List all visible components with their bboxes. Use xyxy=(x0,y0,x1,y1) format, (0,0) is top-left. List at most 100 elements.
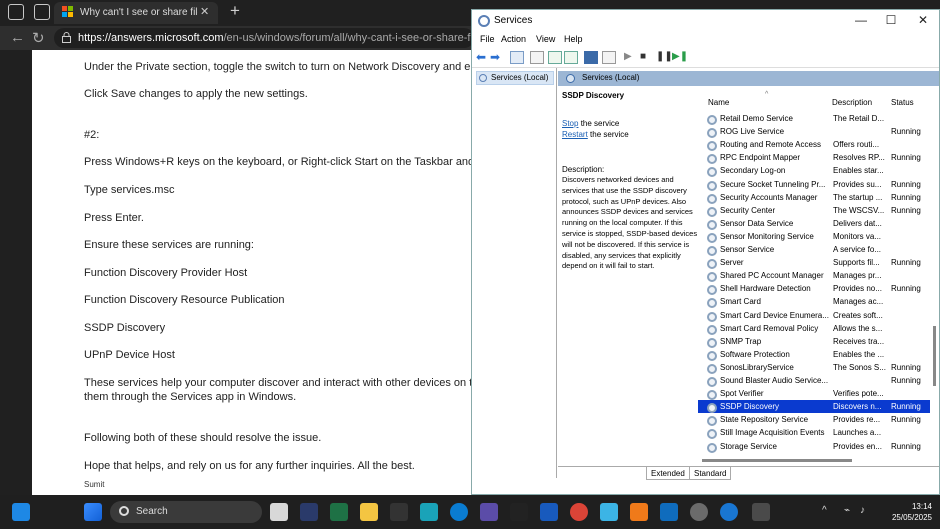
service-row[interactable]: ROG Live Service Running xyxy=(698,125,930,139)
service-name: Shared PC Account Manager xyxy=(720,271,824,281)
menu-action[interactable]: Action xyxy=(501,34,526,44)
word-icon[interactable] xyxy=(540,503,558,521)
vertical-tabs-icon[interactable] xyxy=(34,4,50,20)
back-arrow-icon[interactable]: ⬅ xyxy=(476,51,490,64)
service-row[interactable]: Sensor Monitoring Service Monitors va... xyxy=(698,230,930,243)
app-icon[interactable] xyxy=(390,503,408,521)
service-description: Delivers dat... xyxy=(833,218,882,228)
services-taskbar-icon[interactable] xyxy=(752,503,770,521)
tab-close-button[interactable]: ✕ xyxy=(200,5,209,18)
service-row[interactable]: Smart Card Manages ac... xyxy=(698,295,930,309)
service-row[interactable]: Shared PC Account Manager Manages pr... xyxy=(698,269,930,283)
horizontal-scrollbar[interactable] xyxy=(698,456,930,464)
defender-icon[interactable] xyxy=(660,503,678,521)
help-icon[interactable] xyxy=(720,503,738,521)
service-row[interactable]: Software Protection Enables the ... xyxy=(698,348,930,361)
stop-service-icon[interactable]: ■ xyxy=(640,51,654,64)
service-description: Discovers n... xyxy=(833,402,882,412)
edge-icon[interactable] xyxy=(450,503,468,521)
start-icon[interactable] xyxy=(84,503,102,521)
scroll-thumb[interactable] xyxy=(933,326,936,386)
forward-arrow-icon[interactable]: ➡ xyxy=(490,51,504,64)
service-row[interactable]: Storage Service Provides en... Running xyxy=(698,440,930,453)
back-icon[interactable]: ← xyxy=(10,29,25,46)
service-description: Provides su... xyxy=(833,179,882,189)
app-icon[interactable] xyxy=(600,503,618,521)
app-icon[interactable] xyxy=(630,503,648,521)
service-row[interactable]: Shell Hardware Detection Provides no... Ru… xyxy=(698,282,930,296)
service-row[interactable]: Still Image Acquisition Events Launches a… xyxy=(698,426,930,440)
column-header-name[interactable]: Name xyxy=(708,98,729,107)
toolbar: ⬅ ➡ ▶ ■ ❚❚ ▶❚ xyxy=(472,48,939,68)
address-bar[interactable]: https://answers.microsoft.com/en-us/wind… xyxy=(54,28,516,48)
service-row[interactable]: Sound Blaster Audio Service... Running xyxy=(698,374,930,387)
new-tab-button[interactable]: + xyxy=(230,1,240,21)
widgets-icon[interactable] xyxy=(12,503,30,521)
volume-icon[interactable]: ♪ xyxy=(860,505,865,516)
refresh-icon[interactable] xyxy=(548,51,562,64)
settings-icon[interactable] xyxy=(690,503,708,521)
help-icon[interactable] xyxy=(584,51,598,64)
ar-app-icon[interactable] xyxy=(300,503,318,521)
service-row[interactable]: Security Center The WSCSV... Running xyxy=(698,204,930,217)
service-row[interactable]: Smart Card Device Enumera... Creates soft… xyxy=(698,309,930,322)
answer-line: Hope that helps, and rely on us for any … xyxy=(84,460,415,472)
stop-link[interactable]: Stop xyxy=(562,119,578,128)
menu-help[interactable]: Help xyxy=(564,34,583,44)
app-icon[interactable] xyxy=(510,503,528,521)
menu-view[interactable]: View xyxy=(536,34,555,44)
app-icon[interactable] xyxy=(480,503,498,521)
file-explorer-icon[interactable] xyxy=(360,503,378,521)
network-icon[interactable]: ⌁ xyxy=(844,505,850,516)
service-gear-icon xyxy=(707,324,717,335)
restart-service-icon[interactable]: ▶❚ xyxy=(672,51,688,64)
taskbar-search[interactable]: Search xyxy=(110,501,262,523)
pause-service-icon[interactable]: ❚❚ xyxy=(656,51,673,64)
title-bar[interactable]: Services — ☐ ✕ xyxy=(472,10,939,32)
service-name: Spot Verifier xyxy=(720,389,764,399)
service-row[interactable]: Spot Verifier Verifies pote... xyxy=(698,387,930,401)
vertical-scrollbar[interactable] xyxy=(932,86,939,466)
service-row[interactable]: SSDP Discovery Discovers n... Running xyxy=(698,400,930,414)
tree-item-services-local[interactable]: Services (Local) xyxy=(476,71,554,85)
scroll-thumb[interactable] xyxy=(702,459,852,462)
service-row[interactable]: SonosLibraryService The Sonos S... Running xyxy=(698,361,930,374)
tab-active[interactable]: Why can't I see or share files on t ✕ xyxy=(54,2,218,24)
column-header-status[interactable]: Status xyxy=(891,98,914,107)
refresh-icon[interactable]: ↻ xyxy=(32,29,45,47)
tab-extended[interactable]: Extended xyxy=(646,467,690,480)
service-row[interactable]: RPC Endpoint Mapper Resolves RP... Running xyxy=(698,151,930,165)
service-row[interactable]: Secondary Log-on Enables star... xyxy=(698,164,930,178)
service-name: State Repository Service xyxy=(720,415,809,425)
tray-chevron-icon[interactable]: ^ xyxy=(822,505,827,516)
menu-file[interactable]: File xyxy=(480,34,495,44)
service-row[interactable]: Retail Demo Service The Retail D... xyxy=(698,112,930,125)
service-row[interactable]: Sensor Service A service fo... xyxy=(698,243,930,256)
service-row[interactable]: Server Supports fil... Running xyxy=(698,256,930,270)
restart-link[interactable]: Restart xyxy=(562,130,588,139)
workspaces-icon[interactable] xyxy=(8,4,24,20)
start-service-icon[interactable]: ▶ xyxy=(624,51,638,64)
service-row[interactable]: Security Accounts Manager The startup ...… xyxy=(698,191,930,204)
task-view-icon[interactable] xyxy=(270,503,288,521)
mmc-icon[interactable] xyxy=(602,51,616,64)
clock[interactable]: 13:14 25/05/2025 xyxy=(876,501,932,523)
chrome-icon[interactable] xyxy=(570,503,588,521)
maximize-button[interactable]: ☐ xyxy=(876,13,906,29)
close-button[interactable]: ✕ xyxy=(908,13,938,29)
sort-arrow-icon: ^ xyxy=(765,91,769,98)
service-row[interactable]: Secure Socket Tunneling Pr... Provides su… xyxy=(698,178,930,191)
show-hide-tree-icon[interactable] xyxy=(510,51,524,64)
column-header-description[interactable]: Description xyxy=(832,98,872,107)
service-row[interactable]: Sensor Data Service Delivers dat... xyxy=(698,217,930,230)
app-icon[interactable] xyxy=(420,503,438,521)
service-row[interactable]: Routing and Remote Access Offers routi... xyxy=(698,138,930,152)
minimize-button[interactable]: — xyxy=(846,13,876,29)
tab-standard[interactable]: Standard xyxy=(689,467,732,480)
excel-icon[interactable] xyxy=(330,503,348,521)
service-row[interactable]: Smart Card Removal Policy Allows the s... xyxy=(698,322,930,335)
service-row[interactable]: State Repository Service Provides re... Ru… xyxy=(698,413,930,427)
properties-icon[interactable] xyxy=(530,51,544,64)
service-row[interactable]: SNMP Trap Receives tra... xyxy=(698,335,930,348)
export-list-icon[interactable] xyxy=(564,51,578,64)
